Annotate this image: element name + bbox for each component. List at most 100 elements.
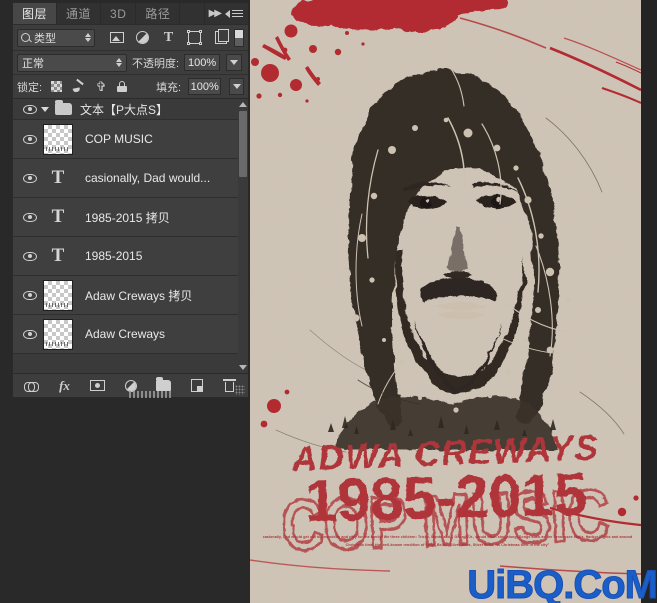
tab-layers[interactable]: 图层: [13, 3, 58, 24]
fill-label: 填充:: [156, 81, 182, 94]
eye-icon: [23, 329, 37, 339]
blend-opacity-row[interactable]: 正常 不透明度: 100%: [13, 51, 248, 75]
layer-visibility-toggle[interactable]: [19, 329, 41, 339]
layer-filter-row[interactable]: 类型 T: [13, 25, 248, 51]
screen-root: ADWA CREWAYS 1985-2015 COP MUSIC casiona…: [0, 0, 657, 603]
filter-kind-select[interactable]: 类型: [17, 28, 95, 47]
blend-mode-value: 正常: [22, 57, 44, 70]
layer-group-name[interactable]: 文本【P大点S】: [80, 101, 168, 118]
eye-icon: [23, 290, 37, 300]
panel-resize-gripper[interactable]: [235, 385, 245, 395]
blend-mode-select[interactable]: 正常: [17, 53, 127, 72]
tab-paths[interactable]: 路径: [136, 3, 181, 24]
filter-type-layers-icon[interactable]: T: [161, 30, 176, 45]
filter-smart-object-icon[interactable]: [213, 29, 229, 45]
filter-toggle-switch[interactable]: [234, 28, 244, 47]
scrollbar-thumb[interactable]: [239, 111, 247, 177]
site-watermark: UiBQ.CoM: [467, 563, 657, 603]
eye-icon: [23, 212, 37, 222]
eye-icon: [23, 173, 37, 183]
layer-visibility-toggle[interactable]: [19, 212, 41, 222]
filter-pixel-layers-icon[interactable]: [109, 30, 124, 45]
lock-position-icon[interactable]: ✞: [95, 80, 107, 93]
lock-image-pixels-icon[interactable]: [72, 81, 85, 93]
opacity-dropdown-button[interactable]: [226, 54, 243, 71]
layer-list-scrollbar[interactable]: [238, 99, 248, 373]
filter-adjustment-layers-icon[interactable]: [135, 30, 150, 45]
panel-menu-icon[interactable]: [225, 9, 243, 18]
poster-body-text: casionally, Dad would get out his mandol…: [262, 535, 633, 547]
tab-channels[interactable]: 通道: [57, 3, 102, 24]
scroll-up-button[interactable]: [239, 100, 247, 109]
panel-drag-handle[interactable]: [129, 391, 171, 398]
chevron-down-icon: [232, 84, 241, 89]
type-layer-thumbnail-icon[interactable]: T: [43, 241, 73, 272]
menu-lines-icon: [232, 10, 243, 17]
lock-label: 锁定:: [17, 81, 43, 94]
poster-canvas[interactable]: ADWA CREWAYS 1985-2015 COP MUSIC casiona…: [250, 0, 641, 603]
layer-name[interactable]: COP MUSIC: [85, 132, 153, 146]
folder-icon: [55, 100, 72, 115]
chevron-down-icon: [239, 365, 247, 370]
table-row[interactable]: T 1985-2015: [13, 237, 248, 276]
layer-visibility-toggle[interactable]: [19, 173, 41, 183]
layer-thumbnail[interactable]: [43, 318, 73, 350]
layers-panel-toolbar[interactable]: fx: [13, 373, 248, 398]
layer-style-fx-button[interactable]: fx: [57, 378, 73, 394]
filter-kind-label: 类型: [34, 32, 56, 45]
lock-all-icon[interactable]: [117, 81, 128, 92]
layers-panel[interactable]: 图层 通道 3D 路径 ▶▶ 类型 T 正常 不透明度: 100% 锁定: ✞ …: [12, 2, 249, 398]
layer-name[interactable]: Adaw Creways: [85, 327, 165, 341]
eye-icon: [23, 134, 37, 144]
table-row[interactable]: T casionally, Dad would...: [13, 159, 248, 198]
new-layer-button[interactable]: [189, 378, 205, 394]
lock-row[interactable]: 锁定: ✞ 填充: 100%: [13, 75, 248, 99]
fill-dropdown-button[interactable]: [229, 78, 244, 95]
layer-visibility-toggle[interactable]: [19, 134, 41, 144]
layer-visibility-toggle[interactable]: [19, 251, 41, 261]
chevron-down-icon: [230, 60, 239, 65]
filter-shape-layers-icon[interactable]: [187, 30, 202, 45]
poster-artwork: ADWA CREWAYS 1985-2015 COP MUSIC: [250, 0, 641, 603]
blend-mode-stepper-icon[interactable]: [116, 58, 122, 67]
eye-icon: [23, 104, 37, 114]
lock-transparent-pixels-icon[interactable]: [51, 81, 63, 92]
group-expand-chevron-icon[interactable]: [41, 106, 49, 112]
tab-strip-filler: [180, 3, 205, 24]
table-row[interactable]: Adaw Creways 拷贝: [13, 276, 248, 315]
layer-thumbnail[interactable]: [43, 123, 73, 155]
layer-name[interactable]: casionally, Dad would...: [85, 171, 210, 185]
layer-name[interactable]: Adaw Creways 拷贝: [85, 287, 192, 304]
type-layer-thumbnail-icon[interactable]: T: [43, 163, 73, 194]
chevron-up-icon: [239, 102, 247, 107]
layer-name[interactable]: 1985-2015: [85, 249, 142, 263]
table-row[interactable]: COP MUSIC: [13, 120, 248, 159]
tab-3d[interactable]: 3D: [101, 3, 137, 24]
up-down-stepper-icon[interactable]: [85, 33, 91, 42]
search-icon: [21, 33, 30, 42]
opacity-value[interactable]: 100%: [184, 54, 221, 71]
type-layer-thumbnail-icon[interactable]: T: [43, 202, 73, 233]
layer-name[interactable]: 1985-2015 拷贝: [85, 209, 170, 226]
opacity-label: 不透明度:: [132, 57, 180, 70]
layer-visibility-toggle[interactable]: [19, 290, 41, 300]
eye-icon: [23, 251, 37, 261]
double-chevron-right-icon[interactable]: ▶▶: [209, 8, 222, 19]
group-visibility-toggle[interactable]: [19, 104, 41, 114]
add-layer-mask-button[interactable]: [90, 378, 106, 394]
filter-type-icons[interactable]: T: [109, 29, 229, 45]
lock-buttons[interactable]: ✞: [51, 80, 128, 93]
layer-group-row[interactable]: 文本【P大点S】: [13, 99, 248, 120]
link-layers-button[interactable]: [24, 378, 40, 394]
poster-subhead-svg: COP MUSIC: [280, 474, 610, 566]
tab-strip-controls[interactable]: ▶▶: [204, 3, 248, 24]
menu-arrow-icon: [225, 9, 230, 18]
layer-thumbnail[interactable]: [43, 279, 73, 311]
panel-tab-strip[interactable]: 图层 通道 3D 路径 ▶▶: [13, 3, 248, 25]
layer-list[interactable]: 文本【P大点S】 COP MUSIC T casionally, Dad wou…: [13, 99, 248, 373]
poster-right-gutter: [641, 0, 657, 603]
table-row[interactable]: Adaw Creways: [13, 315, 248, 354]
table-row[interactable]: T 1985-2015 拷贝: [13, 198, 248, 237]
fill-value[interactable]: 100%: [188, 78, 222, 95]
scroll-down-button[interactable]: [239, 363, 247, 372]
